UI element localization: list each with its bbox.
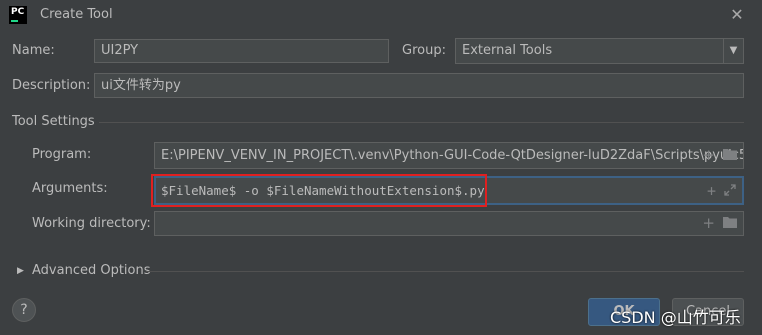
section-divider [99, 122, 744, 123]
group-label: Group: [402, 43, 446, 58]
group-select-value: External Tools [462, 43, 553, 58]
expand-icon[interactable] [724, 178, 736, 203]
folder-icon[interactable] [723, 143, 737, 168]
plus-icon[interactable]: + [702, 143, 715, 168]
name-label: Name: [12, 43, 55, 58]
window-title: Create Tool [40, 7, 113, 22]
title-bar [0, 0, 762, 30]
arguments-label: Arguments: [32, 181, 108, 196]
highlight-box [151, 174, 487, 207]
group-select[interactable]: External Tools ▼ [455, 38, 744, 64]
tool-settings-heading: Tool Settings [12, 114, 95, 129]
working-directory-input[interactable]: + [154, 211, 744, 236]
folder-icon[interactable] [723, 212, 737, 235]
advanced-divider [146, 271, 744, 272]
program-label: Program: [32, 147, 92, 162]
close-icon[interactable]: ✕ [727, 5, 747, 25]
watermark: CSDN @山竹可乐 [610, 308, 741, 327]
help-button[interactable]: ? [12, 298, 36, 322]
triangle-right-icon[interactable]: ▶ [17, 266, 24, 276]
name-input[interactable]: UI2PY [94, 39, 389, 63]
plus-icon[interactable]: + [702, 212, 715, 235]
description-label: Description: [12, 78, 91, 93]
chevron-down-icon[interactable]: ▼ [723, 39, 743, 63]
description-input[interactable]: ui文件转为py [94, 73, 744, 98]
pycharm-logo-icon: PC [9, 6, 27, 24]
plus-icon[interactable]: + [707, 178, 716, 203]
working-directory-label: Working directory: [32, 216, 151, 231]
program-input[interactable]: E:\PIPENV_VENV_IN_PROJECT\.venv\Python-G… [154, 142, 744, 169]
advanced-options-toggle[interactable]: Advanced Options [32, 263, 151, 278]
program-value: E:\PIPENV_VENV_IN_PROJECT\.venv\Python-G… [161, 148, 744, 163]
